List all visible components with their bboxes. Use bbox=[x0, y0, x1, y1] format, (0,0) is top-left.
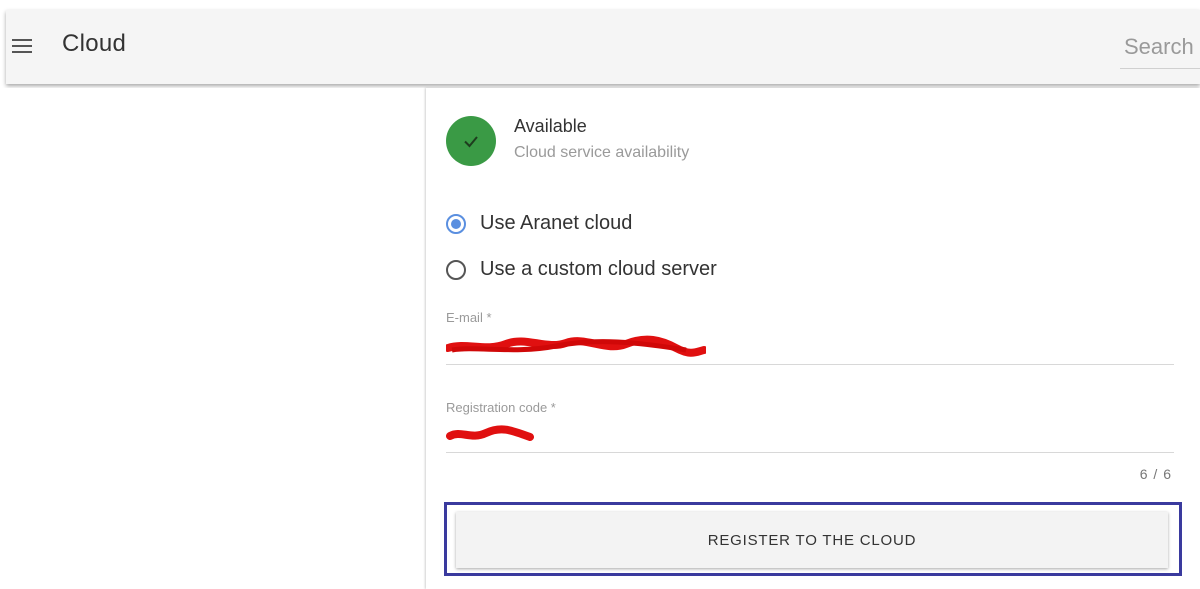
cloud-settings-card: Available Cloud service availability Use… bbox=[426, 88, 1200, 589]
redaction-scribble bbox=[446, 425, 534, 441]
check-icon bbox=[464, 136, 478, 148]
option-label: Use a custom cloud server bbox=[480, 258, 717, 280]
registration-code-field[interactable] bbox=[446, 422, 536, 448]
email-field-underline bbox=[446, 364, 1174, 365]
registration-code-label: Registration code * bbox=[446, 400, 556, 415]
register-to-cloud-button[interactable]: REGISTER TO THE CLOUD bbox=[456, 512, 1168, 568]
status-available-badge bbox=[446, 116, 496, 166]
email-field[interactable] bbox=[446, 334, 706, 360]
option-label: Use Aranet cloud bbox=[480, 212, 633, 234]
page-title: Cloud bbox=[62, 30, 127, 57]
status-title: Available bbox=[514, 116, 587, 136]
option-aranet-cloud[interactable]: Use Aranet cloud bbox=[446, 212, 632, 235]
hamburger-menu-icon[interactable] bbox=[12, 38, 38, 56]
redaction-scribble bbox=[446, 335, 706, 357]
search-input[interactable] bbox=[1120, 28, 1200, 60]
option-custom-cloud-server[interactable]: Use a custom cloud server bbox=[446, 258, 717, 281]
radio-button-selected[interactable] bbox=[446, 213, 466, 234]
status-subtitle: Cloud service availability bbox=[514, 144, 690, 161]
registration-code-underline bbox=[446, 452, 1174, 453]
left-panel bbox=[0, 88, 426, 589]
radio-button-unselected[interactable] bbox=[446, 259, 466, 280]
character-counter: 6 / 6 bbox=[1139, 466, 1172, 482]
search-field[interactable] bbox=[1120, 28, 1200, 69]
email-field-label: E-mail * bbox=[446, 310, 492, 325]
top-app-bar: Cloud bbox=[6, 10, 1200, 84]
